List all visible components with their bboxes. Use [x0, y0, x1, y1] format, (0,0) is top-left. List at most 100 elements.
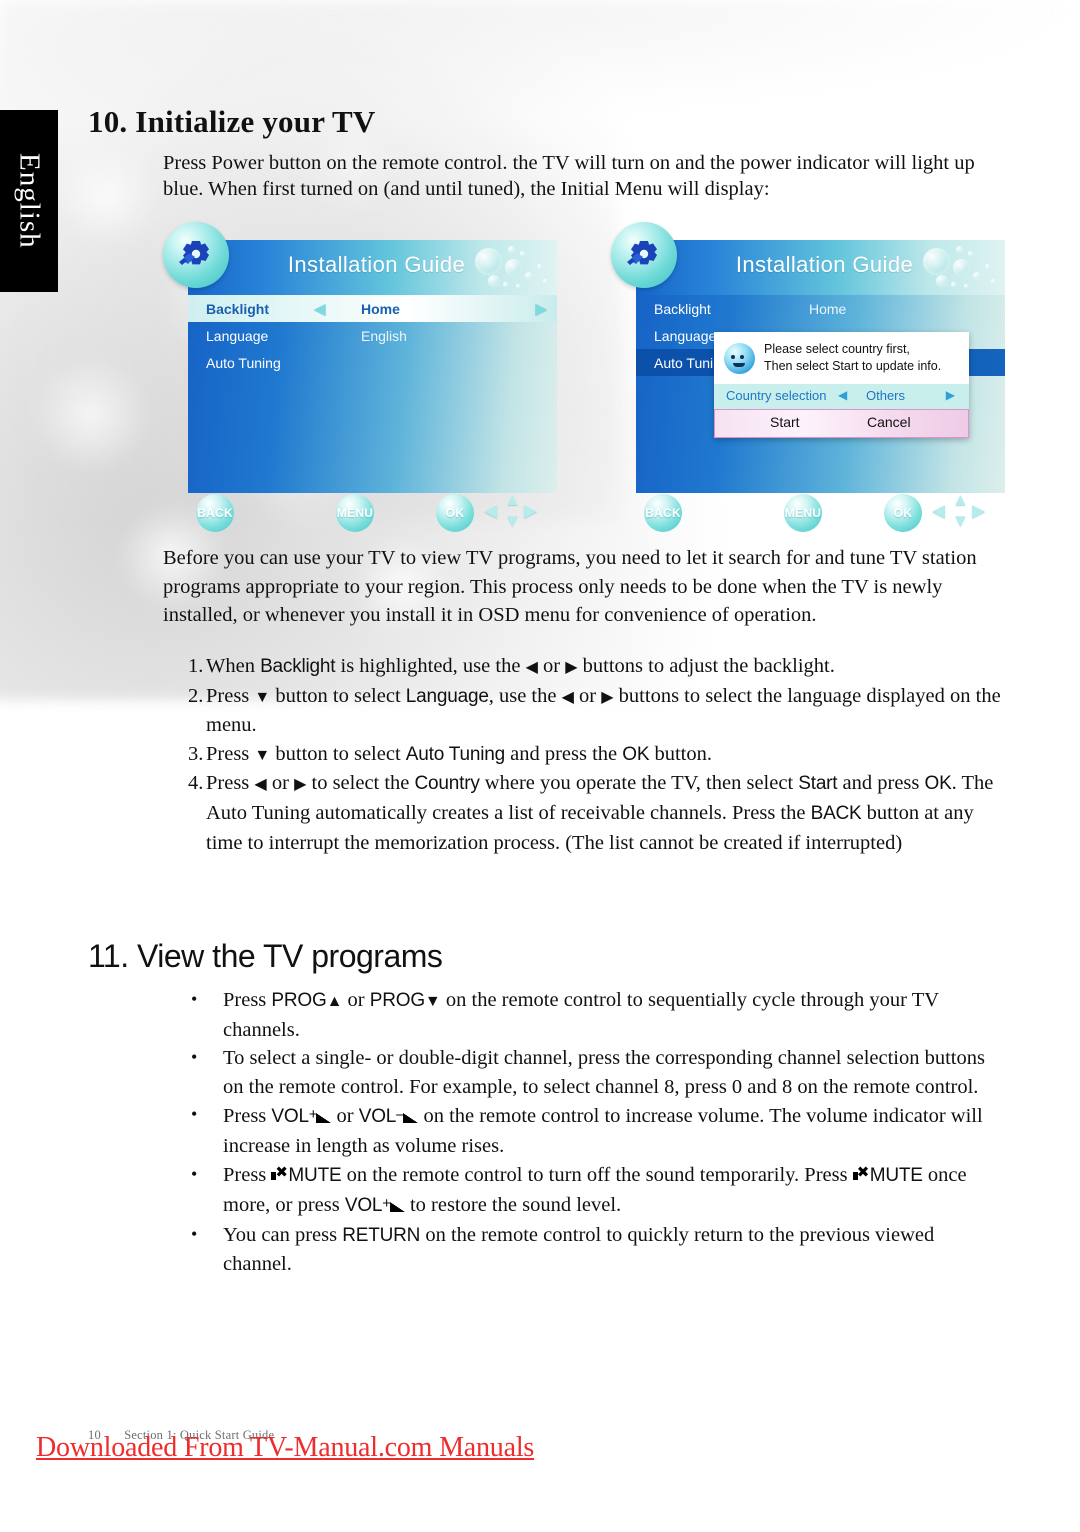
step-number: 1.	[188, 655, 204, 677]
volume-ramp-icon	[389, 1202, 405, 1213]
text-run: or	[266, 772, 295, 795]
dpad-up-icon[interactable]: ▲	[504, 490, 521, 510]
text-run: or	[342, 989, 370, 1011]
osd-menu-item-label: Language	[654, 327, 717, 344]
osd-back-button[interactable]: BACK	[644, 494, 682, 532]
osd-menu-item-value: Home	[361, 300, 400, 317]
bullet-text: Press MUTE on the remote control to turn…	[223, 1164, 967, 1217]
osd-menu-item-language[interactable]: Language English	[188, 322, 557, 349]
tv-screen-figures: Installation Guide Backlight ◀ Home ▶ La…	[163, 222, 1006, 534]
step-item: 2. Press ▼ button to select Language, use…	[163, 682, 1008, 740]
gear-icon	[163, 222, 229, 288]
dpad-right-icon[interactable]: ▶	[524, 501, 537, 521]
step-text: Press ▼ button to select Auto Tuning and…	[206, 743, 712, 765]
bubble-decoration-icon	[469, 242, 553, 295]
dpad-right-icon[interactable]: ▶	[972, 501, 985, 521]
chevron-left-icon[interactable]: ◀	[838, 388, 847, 402]
dpad-left-icon[interactable]: ◀	[932, 501, 945, 521]
ui-token: PROG	[369, 990, 425, 1011]
section-10-steps: 1. When Backlight is highlighted, use the…	[163, 652, 1008, 857]
step-number: 2.	[188, 684, 204, 707]
ui-token: OK	[924, 773, 952, 795]
bullet-item: • Press MUTE on the remote control to tur…	[163, 1161, 1008, 1221]
text-run: on the remote control to turn off the so…	[341, 1163, 853, 1186]
osd-title-bar-2: Installation Guide	[636, 240, 1005, 295]
dpad-down-icon[interactable]: ▼	[504, 511, 521, 531]
bubble-decoration-icon	[917, 242, 1001, 295]
dpad-icon[interactable]: ▲ ▼ ◀ ▶	[928, 490, 990, 534]
text-run: button to select	[270, 684, 406, 707]
dpad-up-icon[interactable]: ▲	[952, 490, 969, 510]
country-selection-label: Country selection	[726, 388, 827, 403]
text-run: where you operate the TV, then select	[479, 772, 799, 795]
text-run: To select a single- or double-digit chan…	[223, 1047, 985, 1098]
mute-icon	[852, 1165, 870, 1184]
text-run: Press	[223, 989, 272, 1011]
text-run: or	[537, 655, 566, 677]
dialog-message-line-2: Then select Start to update info.	[764, 359, 942, 373]
step-item: 3. Press ▼ button to select Auto Tuning a…	[163, 740, 1008, 770]
section-11-bullets: • Press PROG▲ or PROG▼ on the remote cont…	[163, 986, 1008, 1279]
manual-page: English 10. Initialize your TV Press Pow…	[0, 0, 1080, 1532]
osd-menu-item-value: English	[361, 327, 407, 344]
ui-token: Country	[414, 773, 480, 795]
osd-menu-item-backlight[interactable]: Backlight Home	[636, 295, 1005, 322]
text-run: and press	[837, 772, 925, 795]
dpad-icon[interactable]: ▲ ▼ ◀ ▶	[480, 490, 542, 534]
text-run: You can press	[223, 1223, 343, 1246]
ui-token: Backlight	[260, 656, 336, 677]
ui-token: OK	[622, 743, 650, 765]
dialog-message-line-1: Please select country first,	[764, 342, 910, 356]
text-run: is highlighted, use the	[335, 655, 526, 677]
chevron-right-icon[interactable]: ▶	[946, 388, 955, 402]
ui-token: RETURN	[342, 1224, 421, 1246]
osd-ok-button[interactable]: OK	[436, 494, 474, 532]
smiley-face-icon	[724, 342, 755, 374]
section-10-intro: Press Power button on the remote control…	[163, 152, 975, 200]
osd-menu-button[interactable]: MENU	[336, 494, 374, 532]
osd-menu-item-value: Home	[809, 300, 847, 317]
section-11-heading: 11. View the TV programs	[88, 938, 443, 974]
direction-glyph-icon: ▼	[424, 993, 441, 1010]
osd-back-button[interactable]: BACK	[196, 494, 234, 532]
text-run: button to select	[270, 742, 406, 765]
osd-menu-button[interactable]: MENU	[784, 494, 822, 532]
bullet-dot-icon: •	[191, 1223, 198, 1244]
direction-glyph-icon: ▼	[254, 688, 271, 706]
ui-token: Start	[798, 773, 838, 795]
country-selection-row[interactable]: Country selection ◀ Others ▶	[714, 384, 969, 409]
country-selection-value: Others	[866, 388, 906, 403]
chevron-left-icon[interactable]: ◀	[314, 300, 326, 318]
cancel-button[interactable]: Cancel	[867, 414, 911, 430]
start-button[interactable]: Start	[770, 414, 800, 430]
tv-screen-figure-1: Installation Guide Backlight ◀ Home ▶ La…	[163, 222, 557, 534]
osd-ok-button[interactable]: OK	[884, 494, 922, 532]
text-run: Press	[223, 1163, 272, 1186]
osd-title-bar-1: Installation Guide	[188, 240, 557, 295]
section-10-heading: 10. Initialize your TV	[88, 104, 376, 139]
watermark-link[interactable]: Downloaded From TV-Manual.com Manuals	[36, 1432, 534, 1464]
ui-token: MUTE	[288, 1164, 342, 1186]
country-selection-dialog: Please select country first, Then select…	[714, 332, 969, 438]
osd-button-row-1: BACK MENU OK ▲ ▼ ◀ ▶	[188, 490, 557, 534]
dpad-left-icon[interactable]: ◀	[484, 501, 497, 521]
step-number: 3.	[188, 742, 204, 765]
bullet-text: Press VOL+ or VOL– on the remote control…	[223, 1105, 983, 1157]
ui-token: VOL	[358, 1106, 397, 1128]
dpad-down-icon[interactable]: ▼	[952, 511, 969, 531]
direction-glyph-icon: ▲	[326, 993, 343, 1010]
osd-menu-item-backlight[interactable]: Backlight ◀ Home ▶	[188, 295, 557, 322]
ui-token: VOL	[271, 1106, 309, 1128]
osd-menu-body-1: Backlight ◀ Home ▶ Language English Auto…	[188, 295, 557, 493]
text-run: , use the	[488, 684, 562, 707]
ui-token: MUTE	[869, 1164, 923, 1186]
bullet-dot-icon: •	[191, 1163, 198, 1184]
direction-glyph-icon: ▶	[294, 776, 307, 794]
chevron-right-icon[interactable]: ▶	[535, 300, 547, 318]
bullet-item: • You can press RETURN on the remote cont…	[163, 1221, 1008, 1279]
osd-menu-item-auto-tuning[interactable]: Auto Tuning	[188, 349, 557, 376]
osd-menu-item-label: Backlight	[206, 300, 270, 317]
step-text: When Backlight is highlighted, use the ◀…	[206, 655, 835, 677]
direction-glyph-icon: ◀	[561, 688, 574, 706]
text-run: button.	[649, 742, 712, 765]
